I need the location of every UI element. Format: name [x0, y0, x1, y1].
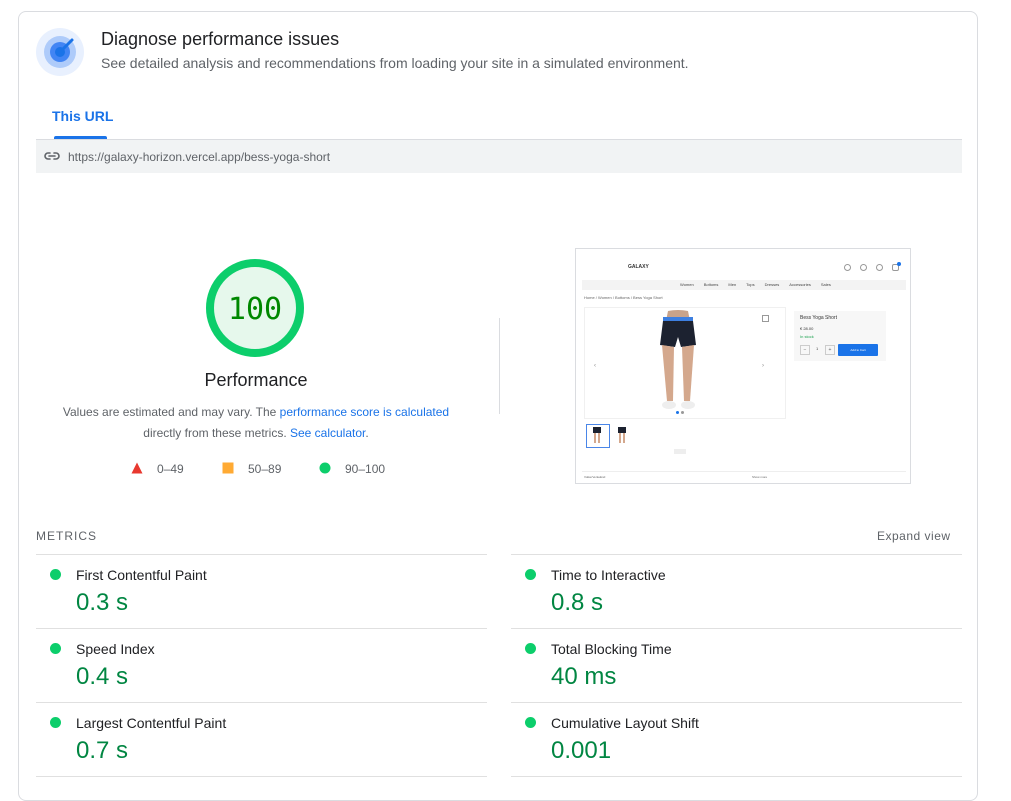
- metric-fcp-value: 0.3 s: [76, 589, 129, 616]
- metric-fcp-name: First Contentful Paint: [76, 567, 207, 583]
- screenshot-account-icon: [844, 264, 851, 271]
- performance-label: Performance: [204, 370, 308, 390]
- screenshot-footer-left: VolkerVerkeEnd: [584, 475, 606, 479]
- screenshot-footer-line: [582, 471, 906, 472]
- metric-divider: [36, 776, 487, 777]
- pass-dot-icon: [525, 643, 536, 654]
- page-subtitle: See detailed analysis and recommendation…: [101, 55, 689, 71]
- screenshot-prev-arrow: ‹: [594, 363, 596, 369]
- screenshot-nav-item: Women: [680, 282, 694, 287]
- page-screenshot[interactable]: GALAXY Women Bottoms Men Tops Dresses Accesso…: [575, 248, 911, 484]
- screenshot-logo: GALAXY: [628, 264, 649, 270]
- metric-divider: [511, 702, 962, 703]
- desc-text-1: Values are estimated and may vary. The: [62, 405, 280, 419]
- page-title: Diagnose performance issues: [101, 29, 340, 49]
- screenshot-dot-active: [676, 411, 679, 414]
- screenshot-cart-badge: [897, 262, 901, 266]
- metric-tbt-name: Total Blocking Time: [551, 641, 672, 657]
- score-description: Values are estimated and may vary. The p…: [56, 402, 456, 444]
- metric-divider: [36, 628, 487, 629]
- metric-lcp-value: 0.7 s: [76, 737, 129, 764]
- screenshot-price: € 28.00: [800, 326, 814, 331]
- screenshot-search-icon: [876, 264, 883, 271]
- screenshot-add-to-cart: Add to Cart: [838, 344, 878, 356]
- metric-tti-value: 0.8 s: [551, 589, 604, 616]
- speedometer-icon: [36, 28, 84, 76]
- screenshot-qty-minus: −: [800, 345, 810, 355]
- metric-divider: [511, 554, 962, 555]
- expand-view-button[interactable]: Expand view: [877, 529, 951, 543]
- pass-dot-icon: [50, 717, 61, 728]
- pass-circle-icon: [319, 462, 331, 474]
- screenshot-stock: In stock: [800, 334, 814, 339]
- screenshot-placeholder: [674, 449, 686, 454]
- desc-text-2: directly from these metrics.: [143, 426, 290, 440]
- legend-pass: 90–100: [345, 462, 386, 476]
- metric-cls-name: Cumulative Layout Shift: [551, 715, 699, 731]
- pass-dot-icon: [50, 643, 61, 654]
- screenshot-heart-icon: [860, 264, 867, 271]
- metric-cls-value: 0.001: [551, 737, 612, 764]
- performance-score: 100: [228, 292, 282, 327]
- metric-divider: [511, 628, 962, 629]
- screenshot-qty-plus: +: [825, 345, 835, 355]
- desc-text-3: .: [365, 426, 369, 440]
- metric-si-value: 0.4 s: [76, 663, 129, 690]
- performance-gauge: 100: [206, 259, 304, 357]
- screenshot-footer-right: Show more: [752, 475, 768, 479]
- screenshot-nav-item: Accessories: [789, 282, 811, 287]
- screenshot-nav-item: Bottoms: [703, 282, 719, 287]
- screenshot-thumb-1-image: [593, 427, 601, 443]
- screenshot-dot: [681, 411, 684, 414]
- screenshot-nav-item: Sales: [820, 282, 831, 287]
- metric-divider: [511, 776, 962, 777]
- pass-dot-icon: [525, 569, 536, 580]
- tab-this-url[interactable]: This URL: [52, 108, 113, 124]
- vertical-divider: [499, 318, 500, 414]
- screenshot-next-arrow: ›: [762, 363, 764, 369]
- screenshot-breadcrumb: Home / Women / Bottoms / Bess Yoga Short: [584, 295, 663, 300]
- fail-triangle-icon: [131, 462, 143, 474]
- screenshot-product-title: Bess Yoga Short: [800, 315, 837, 321]
- metric-divider: [36, 554, 487, 555]
- screenshot-nav-item: Tops: [746, 282, 755, 287]
- legend-average: 50–89: [248, 462, 282, 476]
- screenshot-nav-item: Dresses: [764, 282, 780, 287]
- average-square-icon: [222, 462, 234, 474]
- screenshot-nav: Women Bottoms Men Tops Dresses Accessories Sal…: [680, 282, 831, 287]
- legend-fail: 0–49: [157, 462, 184, 476]
- calculator-link[interactable]: See calculator: [290, 426, 365, 440]
- product-image: [660, 310, 696, 409]
- tested-url[interactable]: https://galaxy-horizon.vercel.app/bess-y…: [68, 150, 330, 164]
- screenshot-thumb-2-image: [618, 427, 626, 443]
- metric-si-name: Speed Index: [76, 641, 155, 657]
- metric-tbt-value: 40 ms: [551, 663, 617, 690]
- metric-tti-name: Time to Interactive: [551, 567, 666, 583]
- metric-lcp-name: Largest Contentful Paint: [76, 715, 227, 731]
- pass-dot-icon: [50, 569, 61, 580]
- link-icon: [44, 152, 60, 160]
- screenshot-nav-item: Men: [728, 282, 737, 287]
- metric-divider: [36, 702, 487, 703]
- screenshot-qty: 1: [816, 346, 819, 351]
- metrics-heading: METRICS: [36, 529, 97, 543]
- score-calc-link[interactable]: performance score is calculated: [280, 405, 449, 419]
- pass-dot-icon: [525, 717, 536, 728]
- screenshot-fullscreen-icon: [762, 315, 769, 322]
